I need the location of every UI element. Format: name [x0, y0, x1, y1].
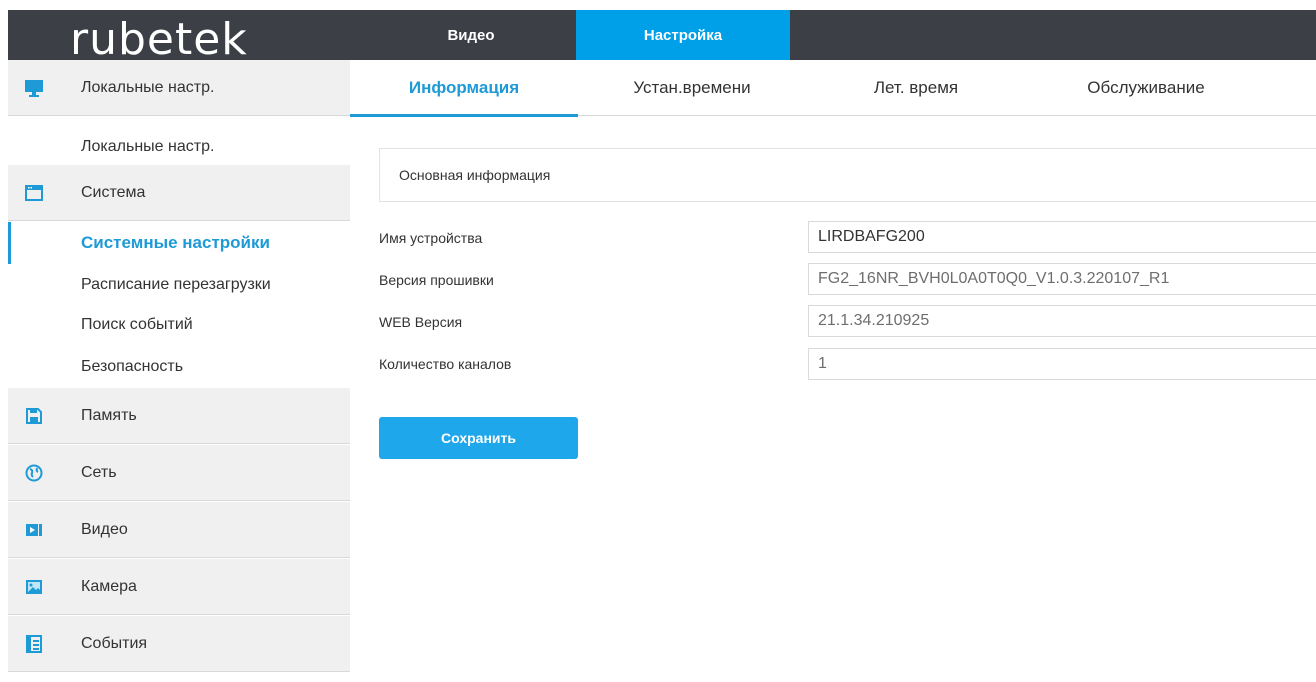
subtab-maintenance[interactable]: Обслуживание — [1026, 60, 1266, 116]
sidebar-item-label: Расписание перезагрузки — [81, 276, 271, 293]
sidebar-item-label: Безопасность — [81, 358, 184, 375]
save-button[interactable]: Сохранить — [379, 417, 578, 459]
subtab-bar: Информация Устан.времени Лет. время Обсл… — [350, 60, 1316, 117]
sidebar-item-label: Видео — [81, 520, 128, 538]
sidebar-subitem-reboot-schedule[interactable]: Расписание перезагрузки — [8, 264, 350, 306]
image-icon — [24, 577, 44, 597]
floppy-icon — [24, 406, 44, 426]
device-name-label: Имя устройства — [379, 230, 483, 246]
list-icon — [24, 634, 44, 654]
sidebar-item-label: Камера — [81, 577, 137, 595]
sidebar-item-label: Локальные настр. — [81, 138, 215, 155]
sidebar-item-storage[interactable]: Память — [8, 388, 350, 444]
channel-count-field — [808, 348, 1316, 380]
web-version-field — [808, 305, 1316, 337]
sidebar-item-label: Система — [81, 183, 146, 201]
web-version-label: WEB Версия — [379, 314, 463, 330]
sidebar-item-video[interactable]: Видео — [8, 502, 350, 558]
subtab-information[interactable]: Информация — [350, 60, 578, 117]
section-header: Основная информация — [379, 148, 1316, 202]
sidebar-subitem-system-settings[interactable]: Системные настройки — [8, 222, 350, 264]
firmware-version-field — [808, 263, 1316, 295]
monitor-icon — [24, 78, 44, 98]
sidebar-item-label: Поиск событий — [81, 316, 193, 333]
sidebar-item-network[interactable]: Сеть — [8, 445, 350, 501]
subtab-time-settings[interactable]: Устан.времени — [578, 60, 806, 116]
device-name-input[interactable] — [808, 221, 1316, 253]
firmware-version-label: Версия прошивки — [379, 272, 494, 288]
sidebar-item-label: Сеть — [81, 463, 117, 481]
sidebar-item-camera[interactable]: Камера — [8, 559, 350, 615]
video-icon — [24, 520, 44, 540]
sidebar-subitem-security[interactable]: Безопасность — [8, 346, 350, 388]
top-header: rubetek Видео Настройка — [8, 10, 1316, 62]
tab-settings[interactable]: Настройка — [576, 10, 790, 60]
sidebar-item-label: События — [81, 634, 148, 652]
sidebar-item-label: Локальные настр. — [81, 78, 215, 96]
sidebar-item-system[interactable]: Система — [8, 165, 350, 221]
subtab-dst[interactable]: Лет. время — [806, 60, 1026, 116]
channel-count-label: Количество каналов — [379, 356, 512, 372]
sidebar: Локальные настр. Локальные настр. Систем… — [8, 60, 350, 682]
window-icon — [24, 183, 44, 203]
sidebar-item-events[interactable]: События — [8, 616, 350, 672]
sidebar-subitem-event-search[interactable]: Поиск событий — [8, 304, 350, 346]
sidebar-item-label: Системные настройки — [81, 233, 270, 252]
sidebar-item-label: Память — [81, 406, 137, 424]
tab-video[interactable]: Видео — [366, 10, 576, 60]
sidebar-item-local-settings[interactable]: Локальные настр. — [8, 60, 350, 116]
sidebar-subitem-local-settings[interactable]: Локальные настр. — [8, 126, 350, 168]
globe-icon — [24, 463, 44, 483]
section-title: Основная информация — [399, 167, 551, 183]
